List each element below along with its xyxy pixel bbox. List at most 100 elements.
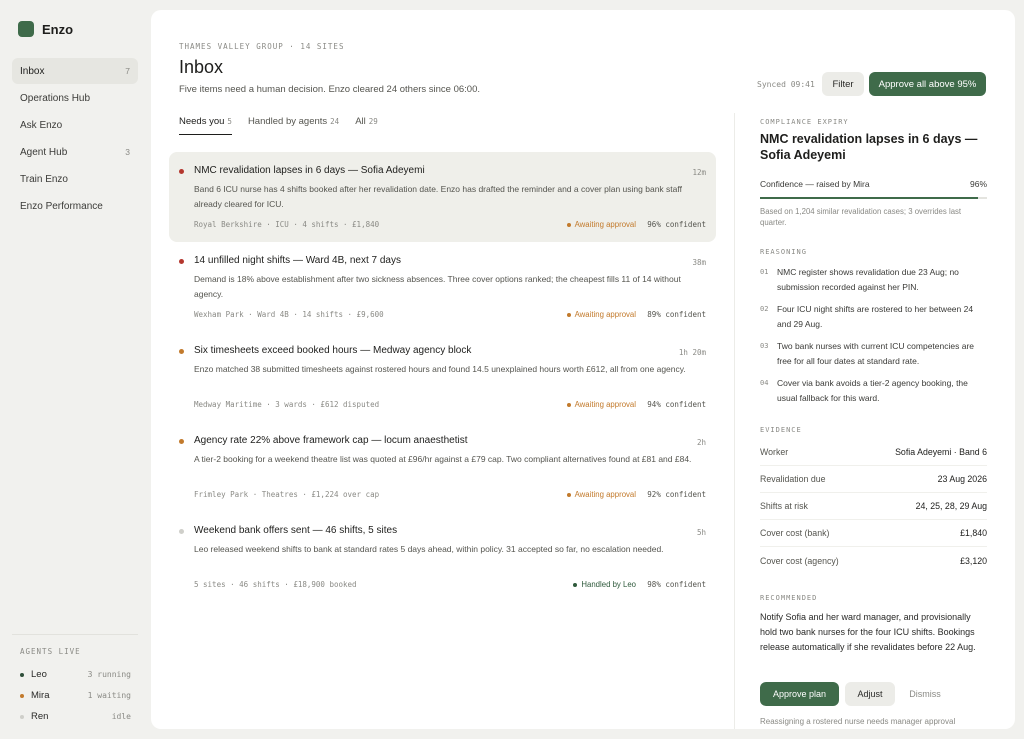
item-body: Demand is 18% above establishment after … [194, 274, 681, 299]
brand[interactable]: Enzo [18, 21, 73, 37]
item-time: 12m [692, 168, 706, 177]
status-badge: Awaiting approval [566, 220, 636, 229]
item-meta: Frimley Park · Theatres · £1,224 over ca… [194, 490, 380, 499]
reasoning-text: Four ICU night shifts are rostered to he… [777, 304, 974, 329]
tab-count: 24 [330, 117, 340, 126]
reasoning-item: 04 Cover via bank avoids a tier-2 agency… [760, 376, 987, 405]
item-body: Band 6 ICU nurse has 4 shifts booked aft… [194, 184, 682, 209]
org-eyebrow: THAMES VALLEY GROUP · 14 SITES [179, 42, 345, 51]
sidebar-item-count: 7 [125, 66, 130, 76]
evidence-value: £3,120 [960, 555, 987, 566]
evidence-row: Revalidation due 23 Aug 2026 [760, 466, 987, 493]
evidence-value: £1,840 [960, 528, 987, 538]
agent-status: 1 waiting [87, 691, 131, 700]
tab-count: 5 [227, 117, 232, 126]
approve-plan-button[interactable]: Approve plan [760, 682, 839, 706]
status-text: Awaiting approval [574, 310, 636, 319]
evidence-key: Shifts at risk [760, 501, 808, 511]
item-meta: Medway Maritime · 3 wards · £612 dispute… [194, 400, 380, 409]
list-item[interactable]: 14 unfilled night shifts — Ward 4B, next… [169, 242, 716, 332]
agents-live-label: AGENTS LIVE [20, 647, 81, 656]
item-time: 1h 20m [678, 348, 706, 357]
sidebar-item-label: Enzo Performance [20, 200, 103, 212]
dismiss-button[interactable]: Dismiss [901, 682, 949, 706]
sidebar-item-train-enzo[interactable]: Train Enzo [12, 166, 138, 192]
tab-needs-you[interactable]: Needs you 5 [179, 116, 232, 135]
reasoning-text: Two bank nurses with current ICU compete… [777, 341, 975, 366]
priority-dot-icon [179, 349, 184, 354]
status-badge: Awaiting approval [566, 310, 636, 319]
status-dot-icon [573, 582, 578, 587]
list-item[interactable]: Six timesheets exceed booked hours — Med… [169, 332, 716, 422]
sidebar-nav: Inbox 7 Operations Hub Ask Enzo Agent Hu… [12, 58, 138, 220]
agent-status: idle [111, 712, 131, 721]
status-dot-icon [20, 693, 24, 698]
priority-dot-icon [179, 529, 184, 534]
evidence-row: Shifts at risk 24, 25, 28, 29 Aug [760, 493, 987, 520]
agent-name: Leo [31, 669, 47, 680]
status-dot-icon [566, 402, 571, 407]
sidebar-item-operations-hub[interactable]: Operations Hub [12, 85, 138, 111]
detail-category: COMPLIANCE EXPIRY [760, 118, 849, 126]
status-text: Awaiting approval [574, 220, 636, 229]
tab-all[interactable]: All 29 [355, 116, 378, 135]
status-dot-icon [566, 312, 571, 317]
tab-label: Needs you [179, 116, 225, 127]
reasoning-item: 03 Two bank nurses with current ICU comp… [760, 339, 987, 368]
confidence-value: 96% [969, 179, 987, 189]
sidebar-item-ask-enzo[interactable]: Ask Enzo [12, 112, 138, 138]
item-meta: 5 sites · 46 shifts · £18,900 booked [194, 580, 357, 589]
evidence-key: Cover cost (agency) [760, 555, 839, 566]
item-title: 14 unfilled night shifts — Ward 4B, next… [194, 255, 401, 266]
agent-row-mira[interactable]: Mira 1 waiting [12, 685, 138, 706]
agent-row-ren[interactable]: Ren idle [12, 706, 138, 727]
sidebar-item-agent-hub[interactable]: Agent Hub 3 [12, 139, 138, 165]
reasoning-item: 02 Four ICU night shifts are rostered to… [760, 302, 987, 331]
app-name: Enzo [42, 21, 74, 37]
evidence-row: Cover cost (bank) £1,840 [760, 520, 987, 547]
reasoning-num: 02 [760, 305, 769, 313]
evidence-key: Cover cost (bank) [760, 528, 830, 538]
priority-dot-icon [179, 259, 184, 264]
item-meta: Wexham Park · Ward 4B · 14 shifts · £9,6… [194, 310, 384, 319]
filter-button[interactable]: Filter [822, 72, 864, 96]
status-text: Handled by Leo [581, 580, 636, 589]
sidebar-item-label: Agent Hub [20, 146, 68, 158]
adjust-button[interactable]: Adjust [845, 682, 895, 706]
reasoning-label: REASONING [760, 248, 807, 256]
status-dot-icon [20, 714, 24, 719]
confidence-bar-fill [760, 197, 978, 199]
page-subtitle: Five items need a human decision. Enzo c… [179, 84, 481, 95]
sync-status: Synced 09:41 [757, 80, 815, 89]
reasoning-item: 01 NMC register shows revalidation due 2… [760, 265, 987, 294]
evidence-table: Worker Sofia Adeyemi · Band 6 Revalidati… [760, 439, 987, 574]
status-text: Awaiting approval [574, 490, 636, 499]
agent-name: Ren [31, 711, 49, 722]
recommended-text: Notify Sofia and her ward manager, and p… [760, 612, 976, 652]
priority-dot-icon [179, 169, 184, 174]
confidence-bar [760, 197, 987, 199]
sidebar-item-enzo-performance[interactable]: Enzo Performance [12, 193, 138, 219]
agent-row-leo[interactable]: Leo 3 running [12, 664, 138, 685]
tab-handled-by-agents[interactable]: Handled by agents 24 [248, 116, 339, 135]
status-dot-icon [20, 672, 24, 677]
item-confidence: 98% confident [647, 580, 706, 589]
status-badge: Handled by Leo [573, 580, 636, 589]
list-item[interactable]: NMC revalidation lapses in 6 days — Sofi… [169, 152, 716, 242]
inbox-list: NMC revalidation lapses in 6 days — Sofi… [169, 152, 716, 602]
item-body: Leo released weekend shifts to bank at s… [194, 544, 664, 554]
list-item[interactable]: Weekend bank offers sent — 46 shifts, 5 … [169, 512, 716, 602]
recommended-label: RECOMMENDED [760, 594, 818, 602]
detail-panel: COMPLIANCE EXPIRY NMC revalidation lapse… [734, 113, 1015, 729]
evidence-value: 23 Aug 2026 [937, 474, 987, 484]
list-item[interactable]: Agency rate 22% above framework cap — lo… [169, 422, 716, 512]
tab-count: 29 [368, 117, 378, 126]
sidebar-item-inbox[interactable]: Inbox 7 [12, 58, 138, 84]
item-time: 5h [696, 528, 706, 537]
reasoning-num: 01 [760, 268, 769, 276]
status-dot-icon [566, 222, 571, 227]
status-dot-icon [566, 492, 571, 497]
item-confidence: 92% confident [647, 490, 706, 499]
action-buttons: Approve plan Adjust Dismiss [760, 682, 987, 706]
approve-all-button[interactable]: Approve all above 95% [869, 72, 986, 96]
